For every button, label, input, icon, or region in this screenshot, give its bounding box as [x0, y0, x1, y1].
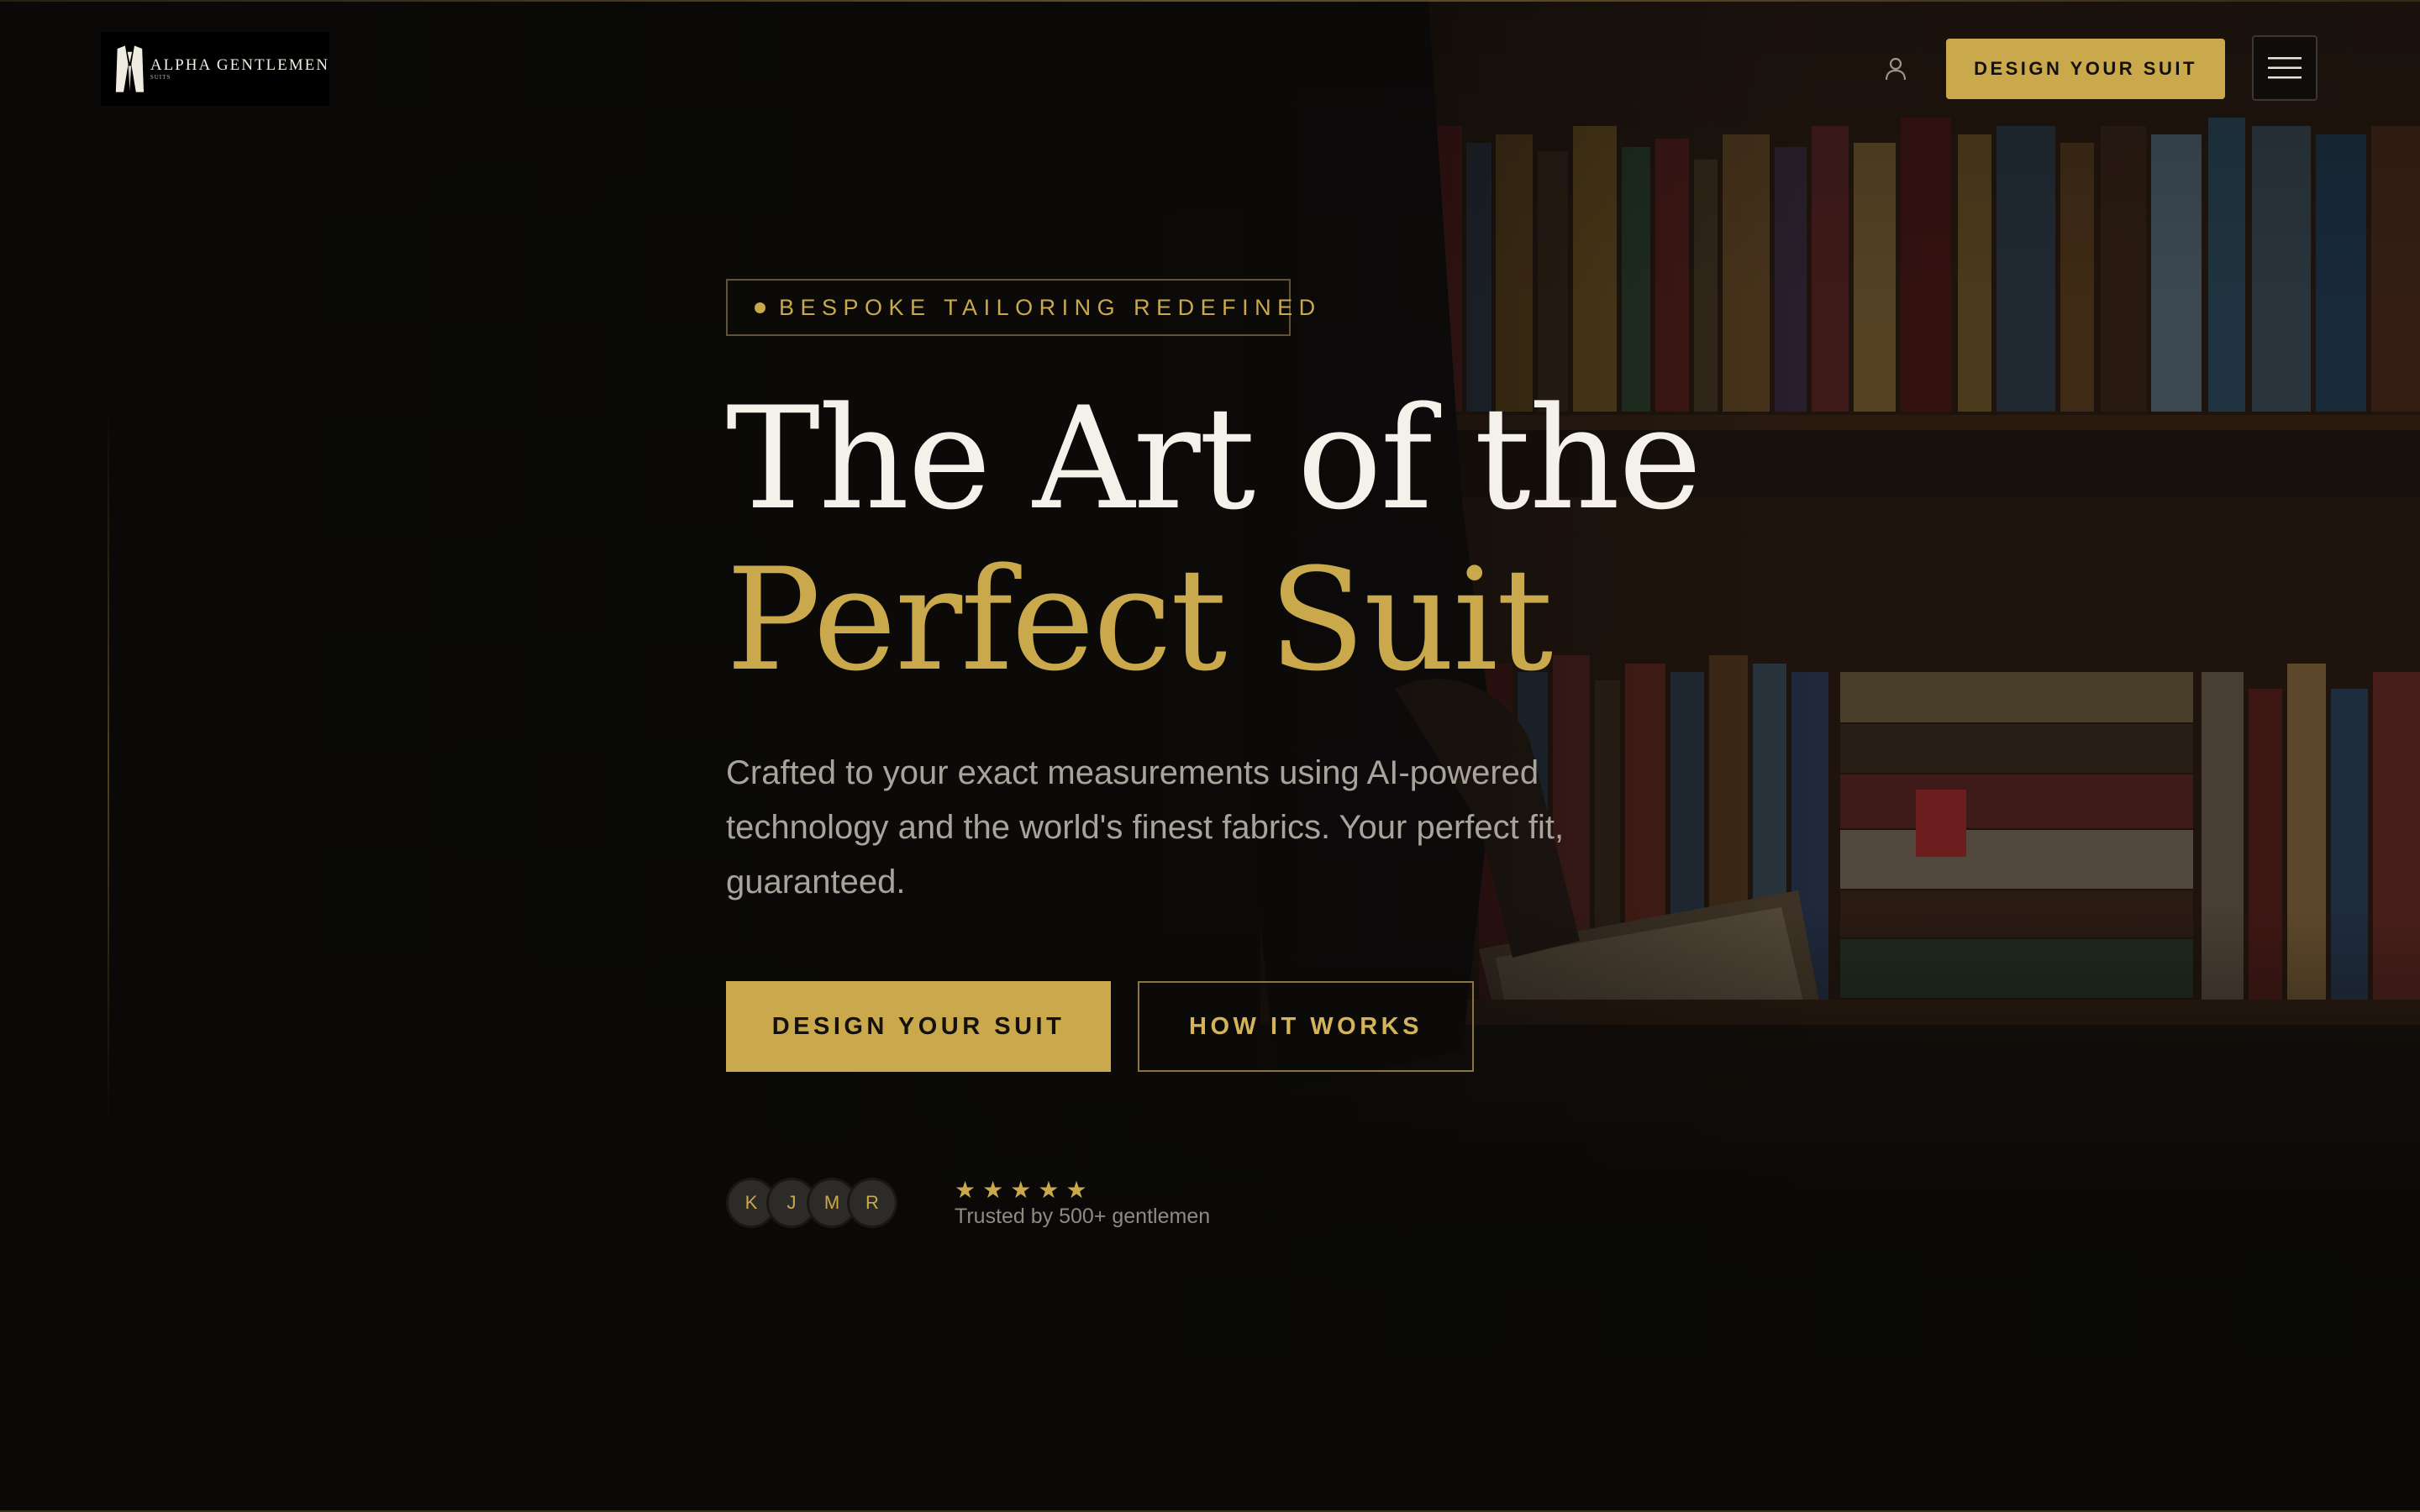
hero-section: ALPHA GENTLEMEN SUITS DESIGN YOUR SUIT B… [0, 0, 2420, 1512]
account-button[interactable] [1879, 52, 1912, 86]
design-your-suit-button[interactable]: DESIGN YOUR SUIT [726, 981, 1111, 1072]
brand-subtitle: SUITS [150, 74, 171, 81]
eyebrow-dot-icon [755, 302, 765, 313]
avatar-group: K J M R [726, 1178, 911, 1231]
menu-toggle-button[interactable] [2252, 35, 2317, 101]
brand-logo[interactable]: ALPHA GENTLEMEN SUITS [101, 32, 329, 106]
hero-headline: The Art of the Perfect Suit [726, 376, 1702, 702]
star-icon: ★ [1010, 1176, 1032, 1204]
star-rating: ★ ★ ★ ★ ★ [955, 1178, 1210, 1203]
star-icon: ★ [982, 1176, 1004, 1204]
social-proof: K J M R ★ ★ ★ ★ ★ Trusted by 500+ gentlemen [726, 1178, 1331, 1231]
trust-text: Trusted by 500+ gentlemen [955, 1205, 1211, 1228]
site-header: ALPHA GENTLEMEN SUITS DESIGN YOUR SUIT [0, 0, 2420, 138]
brand-name: ALPHA GENTLEMEN [150, 56, 329, 74]
eyebrow-badge: BESPOKE TAILORING REDEFINED [726, 279, 1315, 336]
avatar: R [847, 1178, 897, 1228]
star-icon: ★ [1038, 1176, 1060, 1204]
star-icon: ★ [1065, 1176, 1087, 1204]
eyebrow-text: BESPOKE TAILORING REDEFINED [779, 294, 1322, 320]
star-icon: ★ [955, 1176, 976, 1204]
headline-line-1: The Art of the [726, 376, 1702, 541]
decorative-vertical-rule [108, 403, 109, 1126]
hamburger-menu-icon [2268, 57, 2302, 79]
headline-line-2: Perfect Suit [726, 538, 1553, 702]
header-design-your-suit-button[interactable]: DESIGN YOUR SUIT [1946, 39, 2225, 99]
rating-block: ★ ★ ★ ★ ★ Trusted by 500+ gentlemen [955, 1178, 1210, 1229]
hero-subtitle: Crafted to your exact measurements using… [726, 754, 1565, 900]
how-it-works-button[interactable]: HOW IT WORKS [1138, 981, 1474, 1072]
user-icon [1885, 57, 1907, 81]
suit-jacket-icon [115, 45, 145, 92]
